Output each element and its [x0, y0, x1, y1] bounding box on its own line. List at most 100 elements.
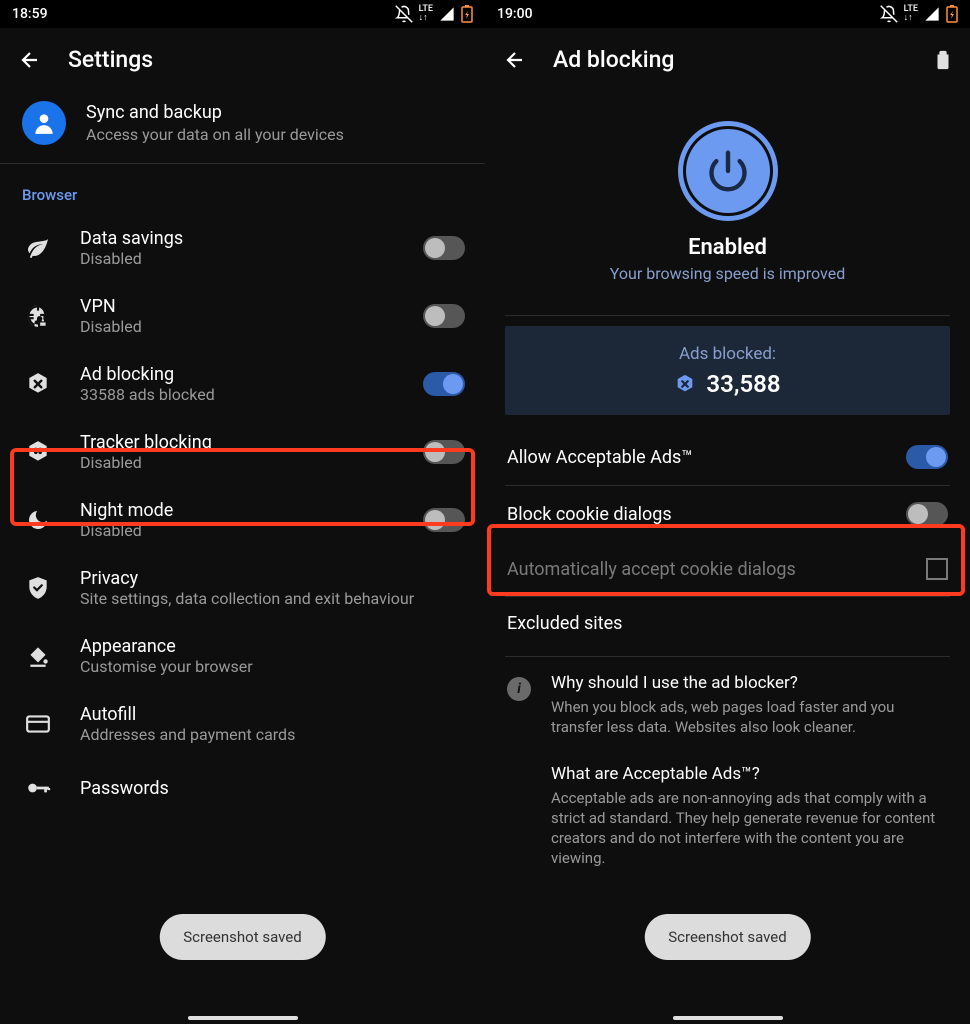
moon-icon: [26, 508, 50, 532]
status-bar: 19:00 LTE↓↑: [485, 0, 970, 28]
info-answer: Acceptable ads are non-annoying ads that…: [551, 788, 948, 869]
passwords-row[interactable]: Passwords: [0, 758, 485, 834]
ads-blocked-count: 33,588: [706, 370, 780, 398]
key-icon: [25, 775, 51, 801]
hex-x-icon: [25, 371, 51, 397]
trash-icon[interactable]: [932, 49, 954, 71]
data-savings-row[interactable]: Data savings Disabled: [0, 214, 485, 282]
row-title: Tracker blocking: [80, 432, 397, 453]
sync-title: Sync and backup: [86, 102, 344, 123]
enabled-title: Enabled: [688, 235, 767, 260]
sync-and-backup-row[interactable]: Sync and backup Access your data on all …: [0, 91, 485, 163]
shield-check-icon: [25, 575, 51, 601]
row-subtitle: Disabled: [80, 453, 397, 472]
notifications-off-icon: [395, 5, 413, 23]
lte-icon: LTE↓↑: [904, 5, 918, 23]
globe-lock-icon: [25, 303, 51, 329]
block-cookie-dialogs-row[interactable]: Block cookie dialogs: [485, 486, 970, 542]
bucket-icon: [25, 643, 51, 669]
row-subtitle: Customise your browser: [80, 657, 465, 676]
back-icon[interactable]: [503, 48, 527, 72]
signal-icon: [439, 6, 455, 22]
ad-blocking-toggle[interactable]: [423, 372, 465, 396]
auto-accept-checkbox: [926, 558, 948, 580]
ad-blocking-header: Ad blocking: [485, 28, 970, 91]
home-indicator[interactable]: [673, 1016, 783, 1020]
privacy-row[interactable]: Privacy Site settings, data collection a…: [0, 554, 485, 622]
hex-x-icon: [674, 373, 696, 395]
autofill-row[interactable]: Autofill Addresses and payment cards: [0, 690, 485, 758]
appearance-row[interactable]: Appearance Customise your browser: [0, 622, 485, 690]
page-title: Settings: [68, 46, 153, 73]
row-subtitle: Addresses and payment cards: [80, 725, 465, 744]
excluded-sites-row[interactable]: Excluded sites: [485, 597, 970, 650]
info-icon: i: [507, 677, 531, 701]
row-title: Passwords: [80, 778, 465, 799]
row-title: Automatically accept cookie dialogs: [507, 559, 908, 580]
credit-card-icon: [25, 711, 51, 737]
battery-icon: [946, 5, 958, 23]
divider: [0, 163, 485, 164]
ads-blocked-label: Ads blocked:: [505, 344, 950, 364]
tracker-blocking-row[interactable]: Tracker blocking Disabled: [0, 418, 485, 486]
row-subtitle: Disabled: [80, 249, 397, 268]
status-time: 19:00: [497, 6, 533, 22]
vpn-toggle[interactable]: [423, 304, 465, 328]
row-subtitle: Site settings, data collection and exit …: [80, 589, 465, 608]
status-time: 18:59: [12, 6, 48, 22]
info-answer: When you block ads, web pages load faste…: [551, 697, 948, 738]
battery-icon: [461, 5, 473, 23]
data-savings-toggle[interactable]: [423, 236, 465, 260]
row-title: Night mode: [80, 500, 397, 521]
divider: [505, 315, 950, 316]
section-browser-label: Browser: [0, 172, 485, 214]
status-icons: LTE↓↑: [880, 5, 958, 23]
toast: Screenshot saved: [644, 914, 810, 960]
power-button[interactable]: [678, 121, 778, 221]
row-title: Block cookie dialogs: [507, 504, 888, 525]
ads-blocked-box: Ads blocked: 33,588: [505, 326, 950, 415]
tracker-blocking-toggle[interactable]: [423, 440, 465, 464]
settings-screen: 18:59 LTE↓↑ Settings Sync and backup Acc…: [0, 0, 485, 1024]
row-title: Autofill: [80, 704, 465, 725]
page-title: Ad blocking: [553, 46, 674, 73]
notifications-off-icon: [880, 5, 898, 23]
back-icon[interactable]: [18, 48, 42, 72]
row-title: Excluded sites: [507, 613, 948, 634]
ad-blocking-row[interactable]: Ad blocking 33588 ads blocked: [0, 350, 485, 418]
avatar: [22, 101, 66, 145]
home-indicator[interactable]: [188, 1016, 298, 1020]
row-title: Allow Acceptable Ads™: [507, 447, 888, 468]
info-acceptable-ads: What are Acceptable Ads™? Acceptable ads…: [485, 748, 970, 879]
row-subtitle: Disabled: [80, 521, 397, 540]
night-mode-row[interactable]: Night mode Disabled: [0, 486, 485, 554]
signal-icon: [924, 6, 940, 22]
lte-icon: LTE↓↑: [419, 5, 433, 23]
row-title: Privacy: [80, 568, 465, 589]
power-status: Enabled Your browsing speed is improved: [485, 91, 970, 305]
person-icon: [31, 110, 57, 136]
status-bar: 18:59 LTE↓↑: [0, 0, 485, 28]
info-question: What are Acceptable Ads™?: [551, 764, 948, 784]
night-mode-toggle[interactable]: [423, 508, 465, 532]
ad-blocking-screen: 19:00 LTE↓↑ Ad blocking Enabled Your bro…: [485, 0, 970, 1024]
settings-header: Settings: [0, 28, 485, 91]
allow-acceptable-ads-row[interactable]: Allow Acceptable Ads™: [485, 429, 970, 485]
power-icon: [706, 149, 750, 193]
row-subtitle: Disabled: [80, 317, 397, 336]
block-cookie-toggle[interactable]: [906, 502, 948, 526]
info-question: Why should I use the ad blocker?: [551, 673, 948, 693]
row-title: Data savings: [80, 228, 397, 249]
vpn-row[interactable]: VPN Disabled: [0, 282, 485, 350]
hex-shoe-icon: [25, 439, 51, 465]
info-why-ad-blocker: i Why should I use the ad blocker? When …: [485, 663, 970, 748]
auto-accept-cookie-row: Automatically accept cookie dialogs: [485, 542, 970, 596]
row-subtitle: 33588 ads blocked: [80, 385, 397, 404]
toast: Screenshot saved: [159, 914, 325, 960]
enabled-subtitle: Your browsing speed is improved: [610, 264, 845, 283]
row-title: VPN: [80, 296, 397, 317]
row-title: Ad blocking: [80, 364, 397, 385]
divider: [505, 656, 950, 657]
acceptable-ads-toggle[interactable]: [906, 445, 948, 469]
status-icons: LTE↓↑: [395, 5, 473, 23]
